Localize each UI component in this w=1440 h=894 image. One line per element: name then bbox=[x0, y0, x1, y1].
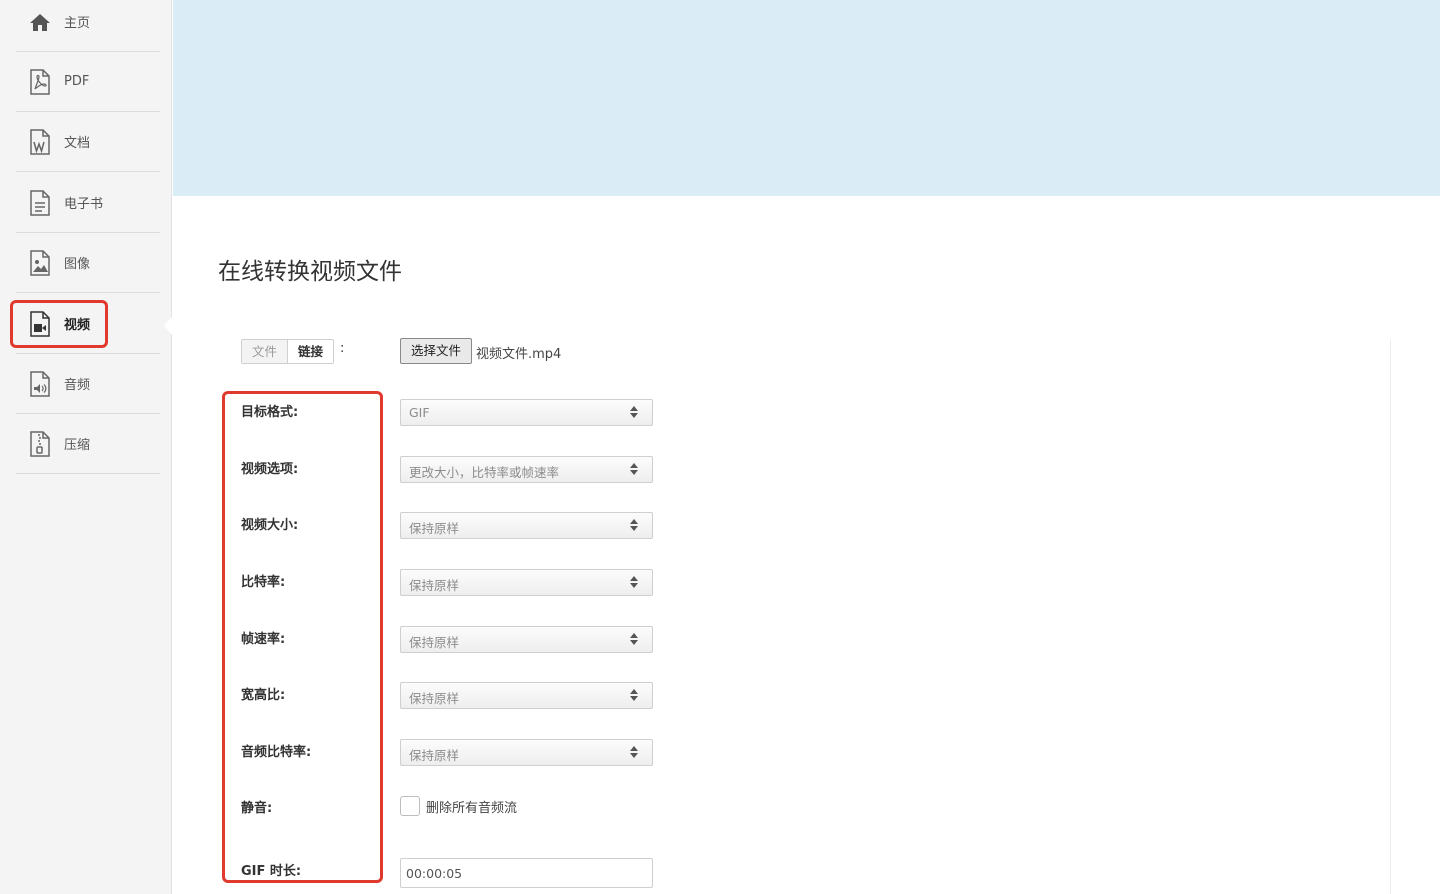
tab-file[interactable]: 文件 bbox=[242, 340, 289, 363]
source-toggle: 文件 链接 bbox=[241, 339, 335, 364]
select-arrows-icon bbox=[630, 689, 638, 703]
select-value: 保持原样 bbox=[409, 521, 460, 536]
sidebar-item-pdf[interactable]: PDF bbox=[16, 52, 160, 112]
select-arrows-icon bbox=[630, 576, 638, 590]
home-icon bbox=[28, 9, 52, 35]
sidebar-item-label: 电子书 bbox=[64, 197, 104, 212]
sidebar-item-label: 主页 bbox=[64, 16, 91, 31]
audio-bitrate-select[interactable]: 保持原样 bbox=[400, 739, 653, 766]
sidebar-item-label: 音频 bbox=[64, 378, 91, 393]
select-arrows-icon bbox=[630, 463, 638, 477]
sidebar-item-label: 视频 bbox=[64, 318, 91, 333]
choose-file-button[interactable]: 选择文件 bbox=[400, 338, 472, 364]
select-arrows-icon bbox=[630, 746, 638, 760]
bitrate-select[interactable]: 保持原样 bbox=[400, 569, 653, 596]
sidebar-item-label: 文档 bbox=[64, 136, 91, 151]
page-title: 在线转换视频文件 bbox=[218, 259, 402, 285]
mute-checkbox-label[interactable]: 删除所有音频流 bbox=[426, 797, 517, 816]
gif-duration-label: GIF 时长: bbox=[241, 864, 302, 879]
video-file-icon bbox=[28, 310, 52, 337]
sidebar-item-ebook[interactable]: 电子书 bbox=[16, 173, 160, 233]
card-border bbox=[1390, 340, 1391, 894]
sidebar-item-audio[interactable]: 音频 bbox=[16, 354, 160, 414]
select-value: 保持原样 bbox=[409, 748, 460, 763]
active-item-pointer bbox=[164, 316, 173, 336]
bitrate-label: 比特率: bbox=[241, 575, 286, 590]
video-options-select[interactable]: 更改大小，比特率或帧速率 bbox=[400, 456, 653, 483]
target-format-label: 目标格式: bbox=[241, 405, 299, 420]
top-banner bbox=[173, 0, 1440, 196]
sidebar: 主页 PDF 文档 电子书 图像 视频 音频 压缩 bbox=[0, 0, 173, 894]
ebook-file-icon bbox=[28, 189, 52, 216]
sidebar-item-label: 图像 bbox=[64, 257, 91, 272]
frame-rate-label: 帧速率: bbox=[241, 632, 286, 647]
image-file-icon bbox=[28, 249, 52, 276]
video-size-select[interactable]: 保持原样 bbox=[400, 512, 653, 539]
audio-file-icon bbox=[28, 370, 52, 397]
aspect-ratio-select[interactable]: 保持原样 bbox=[400, 682, 653, 709]
sidebar-item-label: 压缩 bbox=[64, 438, 91, 453]
source-colon: : bbox=[340, 341, 345, 356]
selected-file-name: 视频文件.mp4 bbox=[476, 347, 562, 362]
select-value: GIF bbox=[409, 405, 430, 420]
select-arrows-icon bbox=[630, 519, 638, 533]
mute-checkbox[interactable] bbox=[400, 796, 420, 816]
pdf-file-icon bbox=[28, 68, 52, 95]
audio-bitrate-label: 音频比特率: bbox=[241, 745, 312, 760]
video-options-label: 视频选项: bbox=[241, 462, 299, 477]
select-value: 保持原样 bbox=[409, 578, 460, 593]
select-value: 保持原样 bbox=[409, 635, 460, 650]
sidebar-item-home[interactable]: 主页 bbox=[16, 0, 160, 52]
sidebar-item-document[interactable]: 文档 bbox=[16, 112, 160, 172]
sidebar-item-image[interactable]: 图像 bbox=[16, 233, 160, 293]
aspect-ratio-label: 宽高比: bbox=[241, 688, 286, 703]
select-value: 保持原样 bbox=[409, 691, 460, 706]
sidebar-item-video[interactable]: 视频 bbox=[16, 294, 160, 354]
frame-rate-select[interactable]: 保持原样 bbox=[400, 626, 653, 653]
target-format-select[interactable]: GIF bbox=[400, 399, 653, 426]
video-size-label: 视频大小: bbox=[241, 518, 299, 533]
tab-link[interactable]: 链接 bbox=[288, 340, 334, 363]
select-value: 更改大小，比特率或帧速率 bbox=[409, 465, 560, 480]
archive-file-icon bbox=[28, 430, 52, 457]
gif-duration-input[interactable] bbox=[400, 858, 653, 888]
sidebar-item-label: PDF bbox=[64, 74, 90, 89]
sidebar-item-archive[interactable]: 压缩 bbox=[16, 414, 160, 474]
select-arrows-icon bbox=[630, 633, 638, 647]
mute-label: 静音: bbox=[241, 801, 273, 816]
word-file-icon bbox=[28, 128, 52, 155]
select-arrows-icon bbox=[630, 406, 638, 420]
